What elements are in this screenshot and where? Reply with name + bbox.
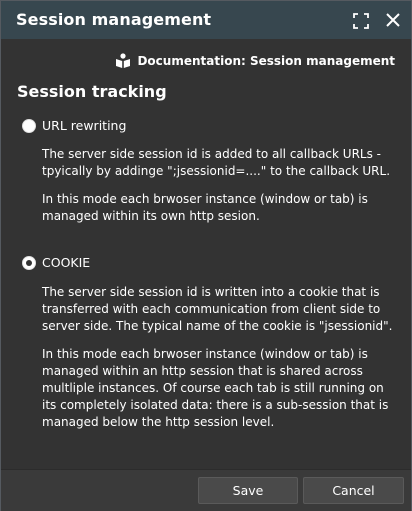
radio-option-cookie[interactable]: COOKIE [22, 255, 90, 270]
documentation-link-label: Documentation: Session management [137, 53, 395, 68]
radio-label-cookie: COOKIE [42, 255, 91, 270]
session-management-dialog: Session management Documentation: Sessio… [0, 0, 412, 511]
dialog-footer: Save Cancel [1, 469, 411, 511]
maximize-icon[interactable] [353, 13, 369, 29]
url-rewriting-description-2: In this mode each brwoser instance (wind… [42, 192, 368, 223]
dialog-title: Session management [16, 10, 212, 29]
cancel-button[interactable]: Cancel [303, 477, 404, 504]
cookie-description-2: In this mode each brwoser instance (wind… [42, 347, 389, 429]
book-user-icon [116, 53, 131, 68]
close-icon[interactable] [385, 12, 401, 28]
cookie-description-1: The server side session id is written in… [42, 285, 393, 333]
dialog-titlebar: Session management [1, 1, 411, 39]
section-title: Session tracking [17, 82, 167, 101]
radio-option-url-rewriting[interactable]: URL rewriting [22, 118, 126, 133]
documentation-link[interactable]: Documentation: Session management [115, 53, 395, 68]
url-rewriting-description-1: The server side session id is added to a… [42, 147, 391, 178]
radio-button-url-rewriting[interactable] [22, 118, 36, 133]
radio-label-url-rewriting: URL rewriting [42, 118, 127, 133]
radio-button-cookie[interactable] [22, 255, 36, 270]
save-button[interactable]: Save [198, 477, 298, 504]
